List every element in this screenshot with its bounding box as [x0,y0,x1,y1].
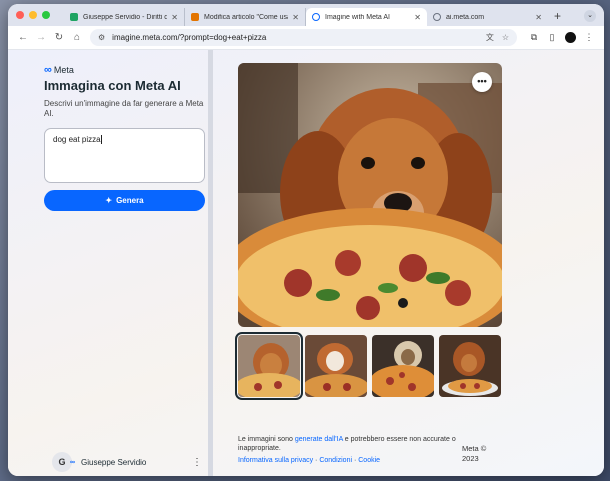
thumbnail-1[interactable] [235,332,303,400]
copyright: Meta © 2023 [462,444,487,463]
avatar-initial: G [58,457,66,467]
extensions-icon[interactable]: ⧉ [525,32,543,43]
bookmark-star-icon[interactable]: ☆ [502,33,509,42]
panel-scrollbar[interactable] [208,50,213,476]
thumbnail-2[interactable] [305,335,367,397]
tab-1[interactable]: Modifica articolo "Come usare Meta AI" ✕ [185,8,306,26]
globe-icon [433,13,441,21]
thumbnail-image [439,335,501,397]
menu-kebab-icon[interactable]: ⋮ [580,32,598,43]
tab-3[interactable]: ai.meta.com ✕ [427,8,548,26]
tab-0[interactable]: Giuseppe Servidio - Diritti d'autore ✕ [64,8,185,26]
tab-search-icon[interactable]: ⌄ [584,10,596,22]
minimize-window-button[interactable] [29,11,37,19]
footer-links: Informativa sulla privacy · Condizioni ·… [238,456,460,465]
user-name: Giuseppe Servidio [81,457,147,467]
thumbnail-strip [235,332,501,400]
close-icon[interactable]: ✕ [171,13,178,22]
tab-label: ai.meta.com [446,13,485,21]
side-panel-icon[interactable]: ▯ [543,32,561,43]
thumbnail-image [238,335,300,397]
prompt-input[interactable]: dog eat pizza [44,128,205,183]
ai-generated-link[interactable]: generate dall'IA [295,436,343,443]
close-icon[interactable]: ✕ [292,13,299,22]
new-tab-icon[interactable]: + [554,9,561,23]
close-icon[interactable]: ✕ [414,13,421,22]
home-icon[interactable]: ⌂ [68,32,86,43]
spreadsheet-icon [70,13,78,21]
thumbnail-image [305,335,367,397]
meta-badge-icon: ∞ [70,459,75,466]
meta-ai-icon [312,13,320,21]
brand-name: Meta [53,65,74,75]
user-menu-icon[interactable]: ⋮ [192,457,202,468]
address-toolbar: ← → ↻ ⌂ ⚙ imagine.meta.com/?prompt=dog+e… [8,26,604,50]
prompt-text: dog eat pizza [53,135,101,144]
tab-label: Imagine with Meta AI [325,13,390,21]
prompt-panel: ∞ Meta Immagina con Meta AI Descrivi un'… [8,50,208,476]
translate-icon[interactable]: 文 [486,32,494,43]
user-account[interactable]: G ∞ Giuseppe Servidio ⋮ [52,451,202,473]
cookie-link[interactable]: Cookie [358,457,380,464]
meta-logo: ∞ Meta [44,64,74,76]
page-description: Descrivi un'immagine da far generare a M… [44,99,204,118]
edit-icon [191,13,199,21]
avatar: G ∞ [52,452,75,472]
tab-label: Giuseppe Servidio - Diritti d'autore [83,13,168,21]
url-text: imagine.meta.com/?prompt=dog+eat+pizza [112,33,267,42]
browser-window: Giuseppe Servidio - Diritti d'autore ✕ M… [8,4,604,476]
site-info-icon[interactable]: ⚙ [98,33,105,42]
privacy-link[interactable]: Informativa sulla privacy [238,457,313,464]
reload-icon[interactable]: ↻ [50,32,68,43]
meta-infinity-icon: ∞ [44,64,52,76]
close-icon[interactable]: ✕ [535,13,542,22]
ai-disclaimer: Le immagini sono generate dall'IA e potr… [238,435,460,453]
thumbnail-3[interactable] [372,335,434,397]
more-options-icon[interactable]: ••• [472,72,492,92]
terms-link[interactable]: Condizioni [319,457,352,464]
back-icon[interactable]: ← [14,32,32,43]
close-window-button[interactable] [16,11,24,19]
generate-button[interactable]: ✦ Genera [44,190,205,211]
address-bar[interactable]: ⚙ imagine.meta.com/?prompt=dog+eat+pizza… [90,29,517,46]
text-caret [100,135,102,145]
page-title: Immagina con Meta AI [44,78,181,93]
forward-icon[interactable]: → [32,32,50,43]
tab-2[interactable]: Imagine with Meta AI ✕ [306,8,427,26]
disclaimer-text: Le immagini sono [238,436,295,443]
page-content: ∞ Meta Immagina con Meta AI Descrivi un'… [8,50,604,476]
window-controls [16,11,50,19]
tab-label: Modifica articolo "Come usare Meta AI" [204,13,288,21]
zoom-window-button[interactable] [42,11,50,19]
thumbnail-image [372,335,434,397]
thumbnail-4[interactable] [439,335,501,397]
sparkle-icon: ✦ [105,196,113,205]
tab-strip: Giuseppe Servidio - Diritti d'autore ✕ M… [8,4,604,26]
dog-pizza-image [238,63,502,327]
generate-label: Genera [116,196,144,205]
legal-footer: Le immagini sono generate dall'IA e potr… [238,435,460,465]
profile-avatar[interactable] [565,32,576,43]
generated-image-main[interactable] [238,63,502,327]
